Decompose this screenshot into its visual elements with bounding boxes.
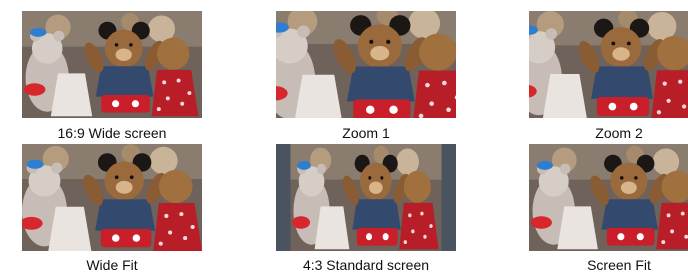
red-cap [291,216,311,229]
mode-caption-screenfit: Screen Fit [587,257,651,273]
red-shorts [100,228,152,248]
denim-jacket [352,199,401,230]
scene-image [276,144,456,251]
mode-thumbnail-zoom2 [529,11,688,118]
blue-hat [30,27,47,37]
mode-thumbnail-screenfit [529,144,688,251]
mode-thumbnail-wide [22,11,202,118]
denim-jacket [95,66,154,97]
denim-jacket [591,66,654,99]
mode-thumbnail-std43 [276,144,456,251]
red-polka-dress [651,70,688,118]
blue-hat [26,159,44,169]
mode-caption-std43: 4:3 Standard screen [302,257,430,273]
mode-caption-wide: 16:9 Wide screen [57,125,167,141]
white-dress [48,206,92,251]
white-dress [557,206,598,250]
blue-hat [536,160,553,170]
mode-caption-zoom1: Zoom 1 [342,125,390,141]
mode-thumbnail-widefit [22,144,202,251]
bear-right-head [403,170,432,203]
bear-right-head [158,169,193,204]
denim-jacket [95,199,156,231]
scene-image [529,144,688,251]
scene-image [22,144,202,251]
red-shorts [596,96,650,117]
denim-jacket [346,66,415,102]
mode-cell-zoom1: Zoom 1 [276,11,456,144]
red-shorts [606,227,655,246]
bear-right-head [157,37,190,70]
mode-thumbnail-zoom1 [276,11,456,118]
bear-right-head [418,33,456,71]
scene-image [529,11,688,118]
red-shorts [356,227,398,246]
white-dress [314,206,350,250]
white-dress [50,73,93,117]
blue-hat [297,160,311,170]
white-dress [542,74,587,118]
denim-jacket [601,199,658,230]
mode-cell-std43: 4:3 Standard screen [276,144,456,275]
mode-caption-widefit: Wide Fit [86,257,138,273]
mode-caption-zoom2: Zoom 2 [595,125,643,141]
red-cap [23,83,46,96]
red-cap [530,216,552,229]
mode-cell-zoom2: Zoom 2 [529,11,688,144]
mode-cell-wide: 16:9 Wide screen [22,11,202,144]
scene-image-inner [290,144,442,251]
red-polka-dress [656,202,688,250]
mode-cell-widefit: Wide Fit [22,144,202,275]
red-shorts [353,99,411,118]
mode-cell-screenfit: Screen Fit [529,144,688,275]
bear-center-head [104,161,144,201]
scene-image [276,11,456,118]
scene-image [22,11,202,118]
red-shorts [101,94,150,113]
